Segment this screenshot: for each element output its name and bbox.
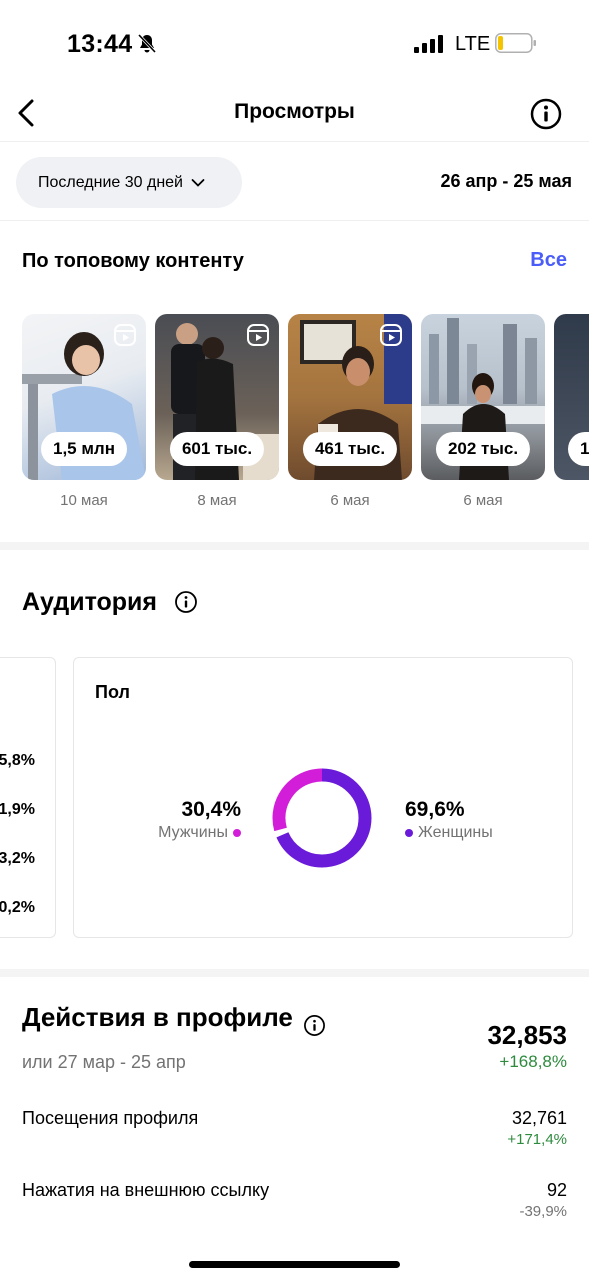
profile-actions-total: 32,853 <box>487 1020 567 1050</box>
network-type: LTE <box>455 33 491 55</box>
signal-icon <box>414 35 443 53</box>
clock: 13:44 <box>67 30 133 58</box>
audience-title: Аудитория <box>22 588 157 616</box>
profile-actions-title: Действия в профиле <box>22 1002 293 1032</box>
metric-delta: -39,9% <box>519 1203 567 1220</box>
metric-value: 32,761 <box>511 1108 567 1128</box>
section-divider <box>0 542 589 550</box>
battery-icon <box>495 33 536 53</box>
views-badge: 1,5 млн <box>41 432 127 466</box>
men-label: Мужчины <box>158 824 228 841</box>
views-badge: 601 тыс. <box>169 432 265 466</box>
men-stat: 30,4% Мужчины <box>158 798 241 842</box>
date-range: 26 апр - 25 мая <box>440 171 572 191</box>
partial-value: 3,2% <box>0 850 35 867</box>
women-percentage: 69,6% <box>405 798 465 821</box>
gender-donut-chart <box>272 768 372 868</box>
views-badge: 15 <box>568 432 589 466</box>
filter-row: Последние 30 дней 26 апр - 25 мая <box>0 143 589 221</box>
metric-label: Посещения профиля <box>22 1108 199 1128</box>
gender-card-title: Пол <box>95 682 130 702</box>
top-content-title: По топовому контенту <box>22 250 244 272</box>
info-icon[interactable] <box>530 98 562 130</box>
thumbnail-date: 10 мая <box>60 492 108 509</box>
thumbnail-date: 8 мая <box>197 492 237 509</box>
reel-icon <box>247 324 269 346</box>
men-legend-dot <box>233 829 241 837</box>
thumbnail-date: 6 мая <box>330 492 370 509</box>
muted-bell-icon <box>137 33 157 54</box>
profile-actions-delta: +168,8% <box>499 1052 567 1071</box>
partial-value: 0,2% <box>0 899 35 916</box>
home-indicator[interactable] <box>189 1261 400 1268</box>
see-all-link[interactable]: Все <box>530 249 567 272</box>
metric-value: 92 <box>546 1180 567 1200</box>
metric-label: Нажатия на внешнюю ссылку <box>22 1180 270 1200</box>
gender-card: Пол 30,4% Мужчины 69,6% Женщины <box>73 657 573 938</box>
thumbnail-date: 6 мая <box>463 492 503 509</box>
metric-delta: +171,4% <box>507 1131 567 1148</box>
audience-card-partial: 5,8% 1,9% 3,2% 0,2% <box>0 657 56 938</box>
status-bar: 13:44 LTE <box>0 0 589 88</box>
partial-value: 5,8% <box>0 752 35 769</box>
content-thumbnail[interactable]: 1,5 млн <box>22 314 146 480</box>
info-icon[interactable] <box>174 590 198 614</box>
content-thumbnail[interactable]: 202 тыс. <box>421 314 545 480</box>
men-percentage: 30,4% <box>181 798 241 821</box>
women-legend-dot <box>405 829 413 837</box>
partial-value: 1,9% <box>0 801 35 818</box>
reel-icon <box>114 324 136 346</box>
page-title: Просмотры <box>234 100 355 123</box>
section-divider <box>0 969 589 977</box>
content-thumbnail[interactable]: 601 тыс. <box>155 314 279 480</box>
period-dropdown[interactable]: Последние 30 дней <box>16 157 242 208</box>
period-label: Последние 30 дней <box>38 173 183 191</box>
women-stat: 69,6% Женщины <box>405 798 493 842</box>
info-icon[interactable] <box>303 1014 326 1037</box>
chevron-down-icon <box>191 178 205 187</box>
views-badge: 461 тыс. <box>302 432 398 466</box>
views-badge: 202 тыс. <box>435 432 531 466</box>
content-thumbnail[interactable]: 15 <box>554 314 589 480</box>
navigation-bar: Просмотры <box>0 88 589 142</box>
content-thumbnail[interactable]: 461 тыс. <box>288 314 412 480</box>
reel-icon <box>380 324 402 346</box>
compare-period: или 27 мар - 25 апр <box>22 1052 186 1072</box>
women-label: Женщины <box>418 824 493 841</box>
top-content-carousel[interactable]: 1,5 млн 10 мая 601 тыс. 8 мая 461 тыс. 6… <box>22 314 589 514</box>
